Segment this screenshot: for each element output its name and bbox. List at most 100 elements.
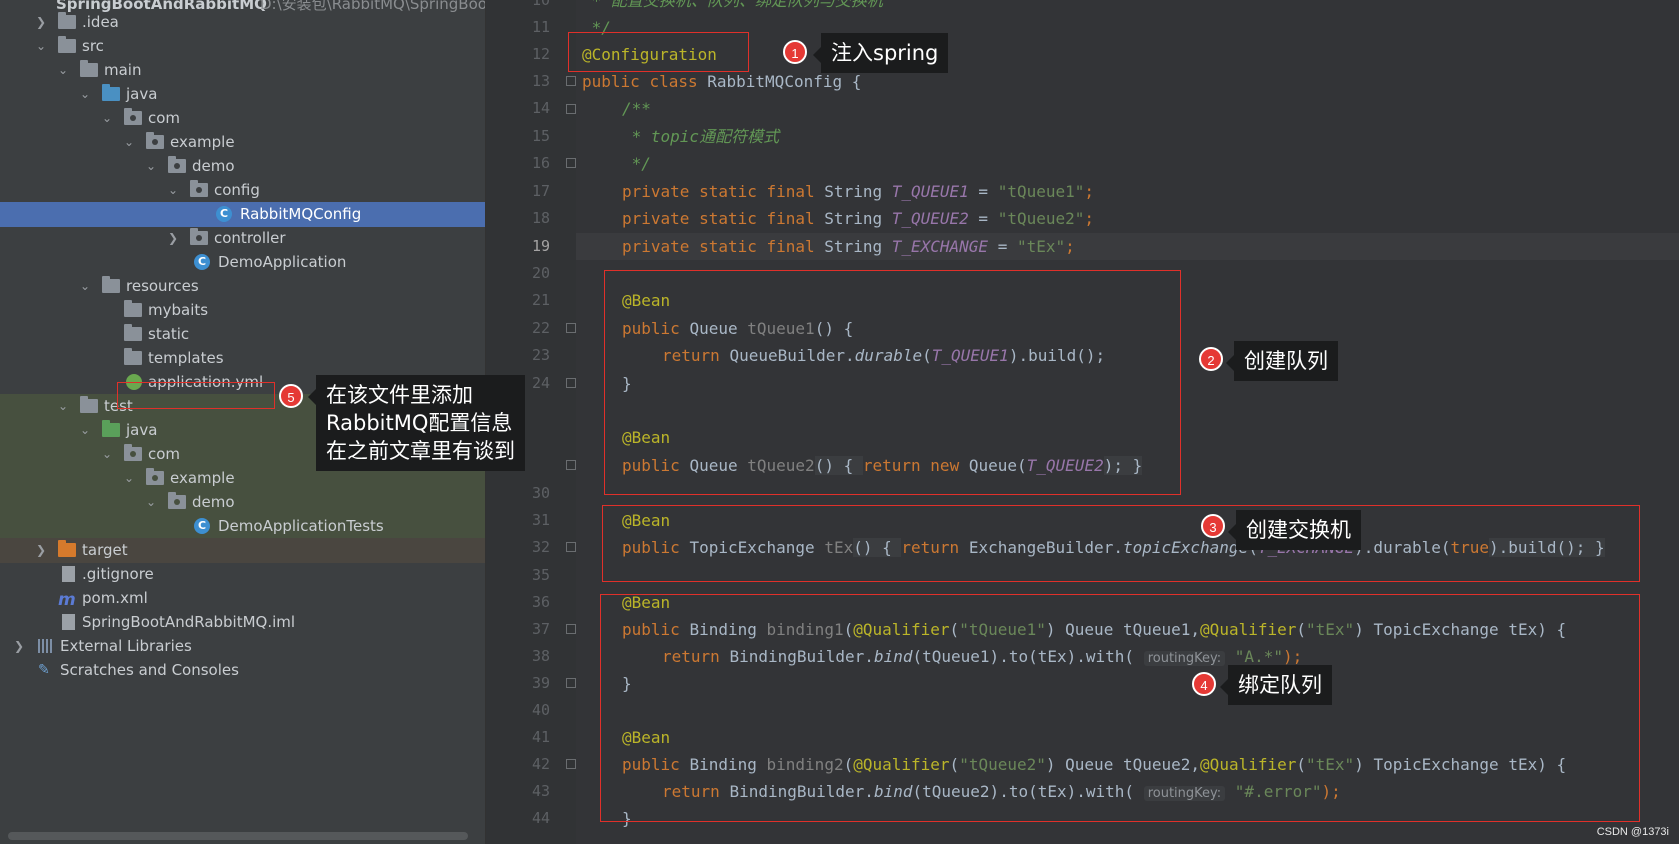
tree-item-label: example <box>170 469 235 487</box>
fold-marker-icon[interactable] <box>566 542 576 552</box>
chevron-right-icon[interactable]: ❯ <box>34 10 48 35</box>
annotation-badge-5: 5 <box>279 384 303 408</box>
chevron-down-icon[interactable]: ⌄ <box>144 490 158 515</box>
callout-line: 在该文件里添加 <box>326 383 473 407</box>
annotation-badge-3: 3 <box>1201 514 1225 538</box>
chevron-right-icon[interactable]: ❯ <box>166 226 180 251</box>
fold-marker-icon[interactable] <box>566 460 576 470</box>
tree-item-main[interactable]: ⌄ main <box>0 58 485 83</box>
file-icon <box>62 614 75 630</box>
fold-marker-icon[interactable] <box>566 158 576 168</box>
string-literal: "tQueue1" <box>997 182 1085 201</box>
code-comment: */ <box>622 154 651 173</box>
code-comment: * 配置交换机、队列、绑定队列与交换机 <box>582 0 883 10</box>
tree-item-example[interactable]: ⌄ example <box>0 130 485 155</box>
code-line-field-queue2: private static final String T_QUEUE2 = "… <box>622 205 1094 232</box>
tree-item-demo[interactable]: ⌄ demo <box>0 154 485 179</box>
resources-folder-icon <box>102 276 120 293</box>
tree-item-label: main <box>104 61 142 79</box>
tree-item-scratches[interactable]: ✎ Scratches and Consoles <box>0 658 485 683</box>
libraries-icon <box>38 639 54 653</box>
tree-item-static[interactable]: static <box>0 322 485 347</box>
folder-icon <box>58 36 76 53</box>
fold-marker-icon[interactable] <box>566 76 576 86</box>
fold-marker-icon[interactable] <box>566 759 576 769</box>
tree-item-demoapplicationtests[interactable]: C DemoApplicationTests <box>0 514 485 539</box>
tree-item-templates[interactable]: templates <box>0 346 485 371</box>
line-number: 42 <box>531 755 550 773</box>
chevron-right-icon[interactable]: ❯ <box>12 634 26 659</box>
line-number: 37 <box>531 620 550 638</box>
line-number: 21 <box>531 291 550 309</box>
tree-item-label: src <box>82 37 104 55</box>
tree-item-resources[interactable]: ⌄ resources <box>0 274 485 299</box>
tree-item-demoapplication[interactable]: C DemoApplication <box>0 250 485 275</box>
chevron-down-icon[interactable]: ⌄ <box>78 82 92 107</box>
tree-item-pom[interactable]: m pom.xml <box>0 586 485 611</box>
chevron-right-icon[interactable]: ❯ <box>34 538 48 563</box>
const-name: T_QUEUE2 <box>891 209 969 228</box>
chevron-down-icon[interactable]: ⌄ <box>122 130 136 155</box>
tree-item-src[interactable]: ⌄ src <box>0 34 485 59</box>
fold-marker-icon[interactable] <box>566 678 576 688</box>
fold-marker-icon[interactable] <box>566 624 576 634</box>
callout-bind-queue: 绑定队列 <box>1220 665 1332 705</box>
semicolon: ; <box>1084 209 1095 228</box>
chevron-down-icon[interactable]: ⌄ <box>100 106 114 131</box>
tree-item-java[interactable]: ⌄ java <box>0 82 485 107</box>
fold-marker-icon[interactable] <box>566 104 576 114</box>
package-icon <box>124 444 142 461</box>
fold-marker-icon[interactable] <box>566 323 576 333</box>
scratches-icon: ✎ <box>38 662 50 678</box>
tree-item-rabbitmqconfig[interactable]: C RabbitMQConfig <box>0 202 485 227</box>
tree-item-external-libraries[interactable]: ❯ External Libraries <box>0 634 485 659</box>
tree-item-label: java <box>126 85 158 103</box>
line-number: 38 <box>531 647 550 665</box>
line-number-current: 19 <box>531 237 550 255</box>
chevron-down-icon[interactable]: ⌄ <box>122 466 136 491</box>
horizontal-scrollbar[interactable] <box>8 832 468 840</box>
package-icon <box>146 468 164 485</box>
chevron-down-icon[interactable]: ⌄ <box>166 178 180 203</box>
callout-yml-config: 在该文件里添加 RabbitMQ配置信息 在之前文章里有谈到 <box>308 375 525 471</box>
line-number: 22 <box>531 319 550 337</box>
tree-item-label: demo <box>192 157 235 175</box>
tree-item-controller[interactable]: ❯ controller <box>0 226 485 251</box>
tree-item-test-demo[interactable]: ⌄ demo <box>0 490 485 515</box>
file-icon <box>62 566 75 582</box>
chevron-down-icon[interactable]: ⌄ <box>56 394 70 419</box>
package-icon <box>190 228 208 245</box>
tree-item-label: templates <box>148 349 224 367</box>
tree-item-gitignore[interactable]: .gitignore <box>0 562 485 587</box>
line-number: 17 <box>531 182 550 200</box>
line-number: 13 <box>531 72 550 90</box>
line-number: 18 <box>531 209 550 227</box>
tree-item-label: .idea <box>82 13 119 31</box>
chevron-down-icon[interactable]: ⌄ <box>78 418 92 443</box>
tree-item-config[interactable]: ⌄ config <box>0 178 485 203</box>
callout-inject-spring: 注入spring <box>812 33 949 73</box>
tree-item-target[interactable]: ❯ target <box>0 538 485 563</box>
fold-marker-icon[interactable] <box>566 378 576 388</box>
code-line-field-exchange: private static final String T_EXCHANGE =… <box>622 233 1075 260</box>
class-name: RabbitMQConfig <box>707 72 843 91</box>
chevron-down-icon[interactable]: ⌄ <box>144 154 158 179</box>
chevron-down-icon[interactable]: ⌄ <box>34 34 48 59</box>
type-string: String <box>824 182 883 201</box>
tree-item-com[interactable]: ⌄ com <box>0 106 485 131</box>
tree-item-iml[interactable]: SpringBootAndRabbitMQ.iml <box>0 610 485 635</box>
type-string: String <box>824 209 883 228</box>
const-name: T_EXCHANGE <box>891 237 989 256</box>
package-icon <box>146 132 164 149</box>
const-name: T_QUEUE1 <box>891 182 969 201</box>
chevron-down-icon[interactable]: ⌄ <box>78 274 92 299</box>
tree-item-label: pom.xml <box>82 589 148 607</box>
highlight-box-configuration <box>568 32 749 72</box>
tree-item-idea[interactable]: ❯ .idea <box>0 10 485 35</box>
tree-item-mybaits[interactable]: mybaits <box>0 298 485 323</box>
folder-icon <box>124 300 142 317</box>
annotation-badge-1: 1 <box>783 40 807 64</box>
annotation-badge-2: 2 <box>1199 347 1223 371</box>
chevron-down-icon[interactable]: ⌄ <box>56 58 70 83</box>
chevron-down-icon[interactable]: ⌄ <box>100 442 114 467</box>
